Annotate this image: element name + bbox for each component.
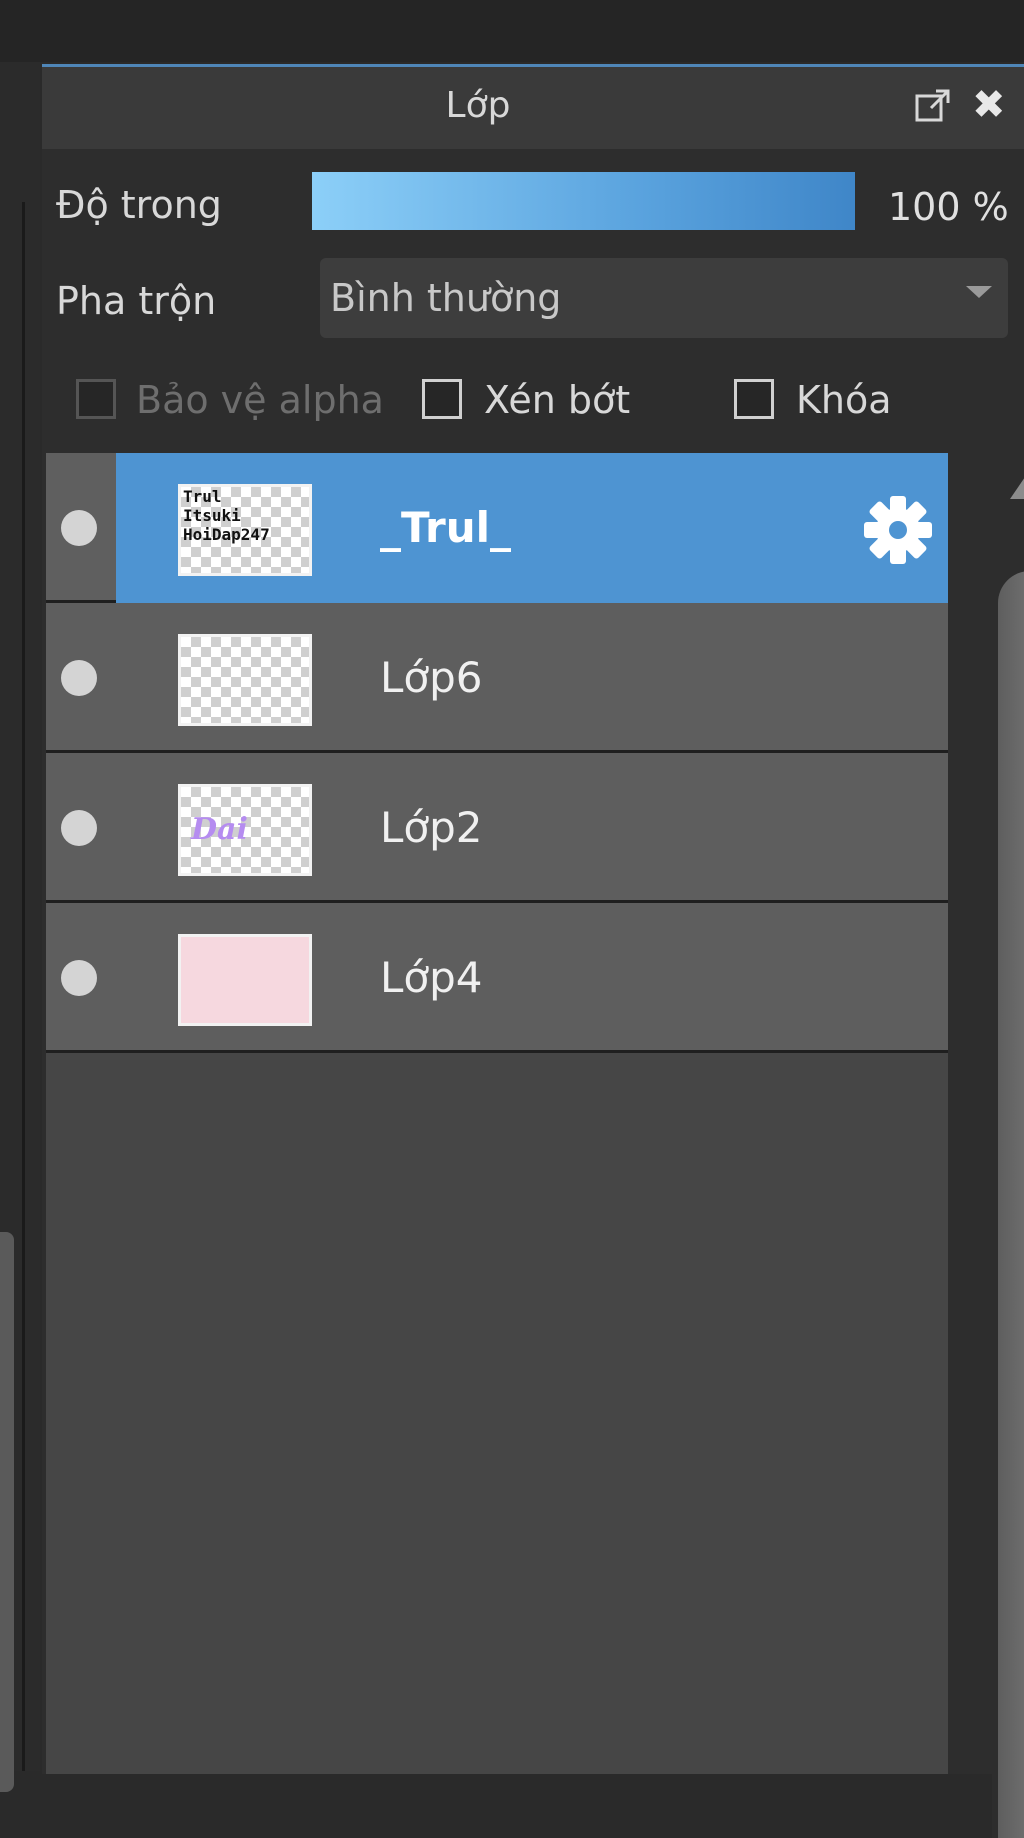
layer-row[interactable]: Lớp4	[46, 903, 948, 1053]
blend-mode-value: Bình thường	[330, 276, 562, 320]
layer-list-scrollbar[interactable]	[992, 453, 1024, 1838]
popout-icon[interactable]	[914, 87, 952, 125]
left-dock-edge	[0, 62, 40, 1792]
scrollbar-thumb[interactable]	[998, 571, 1024, 1838]
layer-thumbnail	[178, 934, 312, 1026]
blend-mode-select[interactable]: Bình thường	[320, 258, 1008, 338]
clipping-label: Xén bớt	[484, 378, 631, 422]
panel-title: Lớp	[445, 85, 511, 126]
layer-name: _Trul_	[380, 503, 512, 552]
close-icon[interactable]: ✖	[972, 85, 1006, 125]
panel-titlebar: Lớp ✖	[42, 67, 1024, 149]
layer-row[interactable]: Dai Lớp2	[46, 753, 948, 903]
lock-label: Khóa	[796, 378, 892, 422]
blend-label: Pha trộn	[56, 279, 217, 323]
gear-icon[interactable]	[861, 493, 935, 567]
layer-thumbnail	[178, 634, 312, 726]
chevron-down-icon	[966, 286, 992, 298]
thumbnail-text: Dai	[191, 812, 248, 847]
opacity-slider[interactable]	[312, 172, 855, 230]
layer-list: Trul Itsuki HoiDap247 _Trul_ Lớp6 Dai Lớ…	[46, 453, 948, 1774]
layer-row-selected[interactable]: Trul Itsuki HoiDap247 _Trul_	[46, 453, 948, 603]
clipping-checkbox[interactable]	[422, 379, 462, 419]
layer-name: Lớp6	[380, 653, 483, 702]
opacity-label: Độ trong	[56, 183, 222, 227]
dock-divider	[22, 202, 25, 1771]
scroll-up-arrow-icon[interactable]	[1010, 477, 1024, 499]
thumbnail-text: Trul Itsuki HoiDap247	[183, 487, 270, 544]
alpha-protect-checkbox[interactable]	[76, 379, 116, 419]
layer-name: Lớp2	[380, 803, 483, 852]
visibility-dot-icon[interactable]	[61, 510, 97, 546]
layer-thumbnail: Dai	[178, 784, 312, 876]
layer-name: Lớp4	[380, 953, 483, 1002]
visibility-dot-icon[interactable]	[61, 660, 97, 696]
visibility-dot-icon[interactable]	[61, 810, 97, 846]
top-strip	[0, 0, 1024, 62]
opacity-slider-fill	[312, 172, 855, 230]
lock-checkbox[interactable]	[734, 379, 774, 419]
opacity-value: 100 %	[888, 185, 1009, 229]
visibility-dot-icon[interactable]	[61, 960, 97, 996]
layers-panel: Lớp ✖ Độ trong 100 % Pha trộn Bình thườn…	[42, 64, 1024, 1838]
layer-row[interactable]: Lớp6	[46, 603, 948, 753]
left-scroll-handle[interactable]	[0, 1232, 14, 1792]
alpha-protect-label: Bảo vệ alpha	[136, 378, 384, 422]
layer-thumbnail: Trul Itsuki HoiDap247	[178, 484, 312, 576]
